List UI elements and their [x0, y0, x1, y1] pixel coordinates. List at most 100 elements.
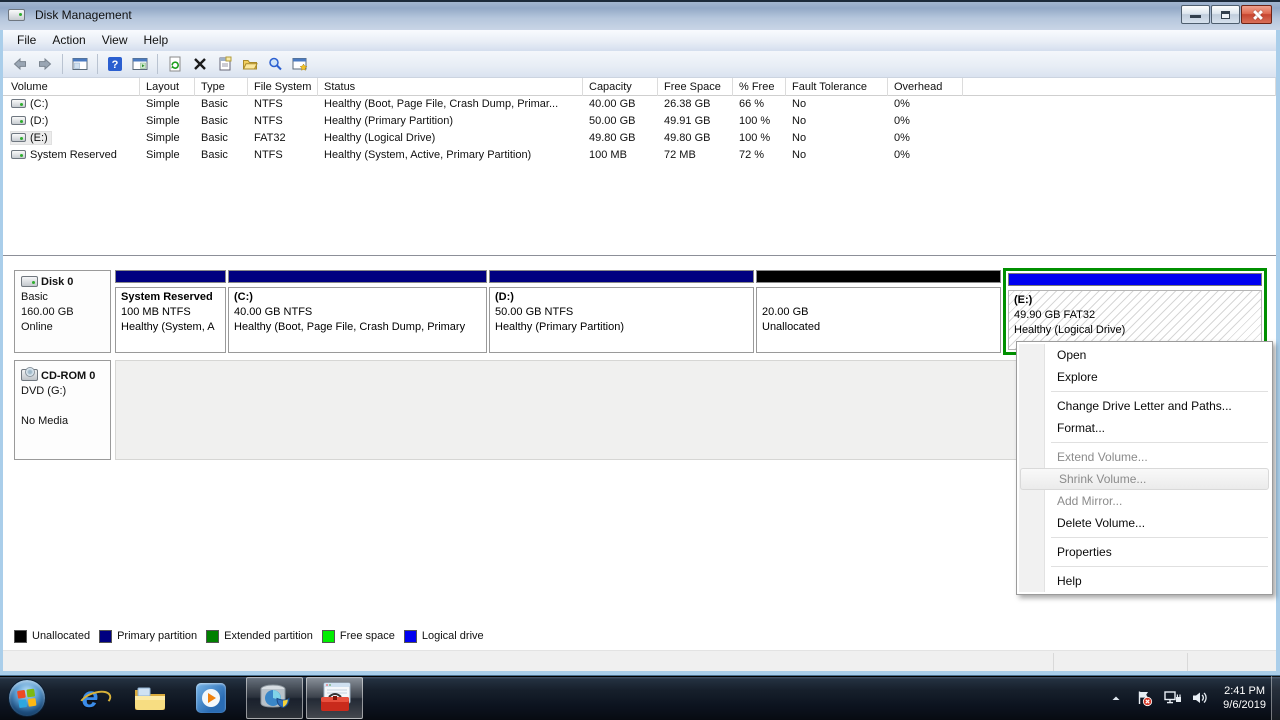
show-hidden-icons-chevron[interactable]: [1107, 689, 1125, 707]
cell-overhead: 0%: [888, 96, 963, 113]
disk0-name: Disk 0: [41, 276, 73, 288]
partition-size: 49.90 GB FAT32: [1014, 308, 1256, 323]
taskbar-app-toolbox[interactable]: [306, 677, 363, 719]
start-button[interactable]: [8, 679, 46, 717]
close-button[interactable]: [1241, 5, 1272, 24]
context-menu: Open Explore Change Drive Letter and Pat…: [1016, 341, 1273, 595]
menu-action[interactable]: Action: [44, 31, 93, 50]
column-header-file-system[interactable]: File System: [248, 78, 318, 96]
menu-item-properties[interactable]: Properties: [1019, 541, 1270, 563]
column-header-volume[interactable]: Volume: [5, 78, 140, 96]
partition-system-reserved[interactable]: System Reserved 100 MB NTFS Healthy (Sys…: [115, 270, 226, 353]
menu-view[interactable]: View: [94, 31, 136, 50]
cdrom-icon: [21, 369, 38, 381]
disk0-label-panel[interactable]: Disk 0 Basic 160.00 GB Online: [14, 270, 111, 353]
refresh-icon[interactable]: [164, 53, 186, 75]
internet-explorer-icon[interactable]: e: [68, 678, 112, 718]
menu-item-explore[interactable]: Explore: [1019, 366, 1270, 388]
cell-type: Basic: [195, 96, 248, 113]
cell-pct-free: 66 %: [733, 96, 786, 113]
cdrom-label-panel[interactable]: CD-ROM 0 DVD (G:) No Media: [14, 360, 111, 460]
legend-swatch: [99, 630, 112, 643]
column-header-fault-tolerance[interactable]: Fault Tolerance: [786, 78, 888, 96]
show-desktop-button[interactable]: [1271, 676, 1280, 720]
cell-free: 26.38 GB: [658, 96, 733, 113]
cell-layout: Simple: [140, 130, 195, 147]
menu-item-change-drive-letter[interactable]: Change Drive Letter and Paths...: [1019, 395, 1270, 417]
legend-label: Extended partition: [224, 630, 313, 642]
cell-pct-free: 100 %: [733, 130, 786, 147]
volume-icon: [11, 133, 26, 142]
partition-status: Healthy (Boot, Page File, Crash Dump, Pr…: [234, 320, 481, 335]
menu-item-add-mirror: Add Mirror...: [1019, 490, 1270, 512]
cdrom-name: CD-ROM 0: [41, 370, 95, 382]
help-icon[interactable]: ?: [104, 53, 126, 75]
taskbar-clock[interactable]: 2:41 PM 9/6/2019: [1219, 684, 1270, 712]
menu-item-open[interactable]: Open: [1019, 344, 1270, 366]
volume-speaker-icon[interactable]: [1191, 689, 1209, 707]
cdrom-drive-letter: DVD (G:): [15, 384, 110, 399]
disk0-size: 160.00 GB: [15, 305, 110, 320]
settings-window-icon[interactable]: [289, 53, 311, 75]
legend-swatch: [404, 630, 417, 643]
partition-unallocated[interactable]: 20.00 GB Unallocated: [756, 270, 1001, 353]
column-header-type[interactable]: Type: [195, 78, 248, 96]
table-row-d[interactable]: (D:) Simple Basic NTFS Healthy (Primary …: [3, 113, 1276, 130]
table-row-e-selected[interactable]: (E:) Simple Basic FAT32 Healthy (Logical…: [3, 130, 1276, 147]
cell-fault: No: [786, 96, 888, 113]
media-player-icon[interactable]: [189, 678, 233, 718]
cell-fs: FAT32: [248, 130, 318, 147]
action-center-flag-icon[interactable]: [1135, 689, 1153, 707]
show-action-pane-icon[interactable]: [129, 53, 151, 75]
partition-size: 40.00 GB NTFS: [234, 305, 481, 320]
back-icon[interactable]: [9, 53, 31, 75]
taskbar-app-disk-management[interactable]: [246, 677, 303, 719]
table-row-system-reserved[interactable]: System Reserved Simple Basic NTFS Health…: [3, 147, 1276, 164]
restore-button[interactable]: [1211, 5, 1240, 24]
forward-icon[interactable]: [34, 53, 56, 75]
legend-item-logical-drive: Logical drive: [404, 630, 484, 643]
find-icon[interactable]: [264, 53, 286, 75]
table-row-c[interactable]: (C:) Simple Basic NTFS Healthy (Boot, Pa…: [3, 96, 1276, 113]
menu-file[interactable]: File: [9, 31, 44, 50]
partition-name: System Reserved: [121, 290, 220, 305]
cell-fault: No: [786, 113, 888, 130]
legend-item-unallocated: Unallocated: [14, 630, 90, 643]
cell-fs: NTFS: [248, 113, 318, 130]
cell-layout: Simple: [140, 147, 195, 164]
disk-icon: [21, 276, 38, 287]
legend: Unallocated Primary partition Extended p…: [14, 628, 484, 644]
delete-icon[interactable]: [189, 53, 211, 75]
show-console-tree-icon[interactable]: [69, 53, 91, 75]
menu-item-format[interactable]: Format...: [1019, 417, 1270, 439]
legend-item-free-space: Free space: [322, 630, 395, 643]
logical-drive-band: [1008, 273, 1262, 286]
column-header-capacity[interactable]: Capacity: [583, 78, 658, 96]
volume-name: (C:): [30, 98, 48, 110]
partition-c[interactable]: (C:) 40.00 GB NTFS Healthy (Boot, Page F…: [228, 270, 487, 353]
menu-item-delete-volume[interactable]: Delete Volume...: [1019, 512, 1270, 534]
windows-explorer-icon[interactable]: [128, 678, 172, 718]
partition-size: 50.00 GB NTFS: [495, 305, 748, 320]
column-header-layout[interactable]: Layout: [140, 78, 195, 96]
partition-d[interactable]: (D:) 50.00 GB NTFS Healthy (Primary Part…: [489, 270, 754, 353]
legend-label: Free space: [340, 630, 395, 642]
partition-status: Healthy (System, A: [121, 320, 220, 335]
menu-separator: [1051, 566, 1268, 567]
volume-name: System Reserved: [30, 149, 117, 161]
column-header-status[interactable]: Status: [318, 78, 583, 96]
network-icon[interactable]: [1163, 689, 1181, 707]
minimize-button[interactable]: [1181, 5, 1210, 24]
column-header-overhead[interactable]: Overhead: [888, 78, 963, 96]
menu-help[interactable]: Help: [136, 31, 177, 50]
open-folder-icon[interactable]: [239, 53, 261, 75]
legend-swatch: [322, 630, 335, 643]
title-bar[interactable]: Disk Management: [0, 0, 1280, 30]
menu-item-help[interactable]: Help: [1019, 570, 1270, 592]
column-header-pct-free[interactable]: % Free: [733, 78, 786, 96]
volume-name: (D:): [30, 115, 48, 127]
properties-icon[interactable]: [214, 53, 236, 75]
cell-type: Basic: [195, 147, 248, 164]
column-header-free-space[interactable]: Free Space: [658, 78, 733, 96]
desktop: Disk Management File Action View Help: [0, 0, 1280, 720]
